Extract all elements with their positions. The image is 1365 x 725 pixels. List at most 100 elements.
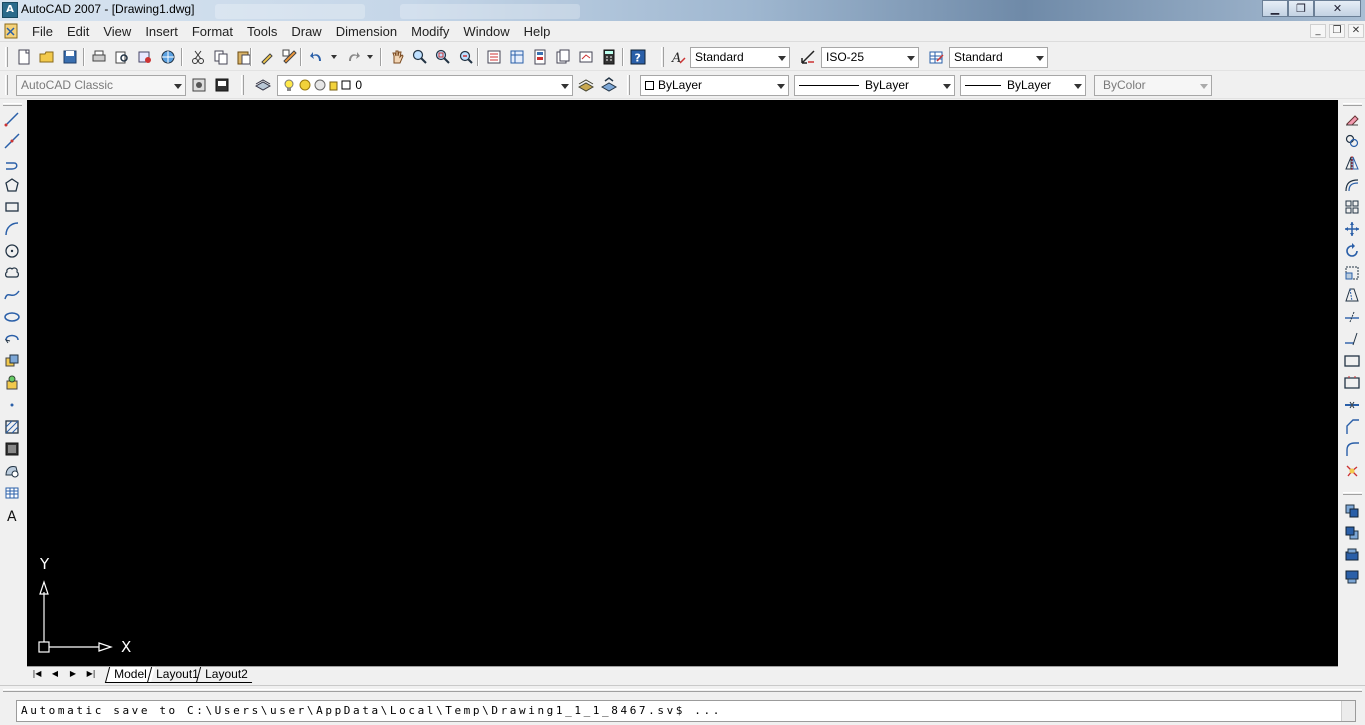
- table-style-combo[interactable]: Standard: [949, 47, 1048, 68]
- make-block-button[interactable]: [3, 374, 21, 392]
- plot-style-control-combo[interactable]: ByColor: [1094, 75, 1212, 96]
- arc-button[interactable]: [3, 220, 21, 238]
- quickcalc-button[interactable]: [600, 48, 618, 66]
- multiline-text-button[interactable]: A: [3, 506, 21, 524]
- trim-button[interactable]: [1343, 308, 1361, 326]
- insert-block-button[interactable]: [3, 352, 21, 370]
- text-style-combo[interactable]: Standard: [690, 47, 790, 68]
- menu-modify[interactable]: Modify: [404, 24, 456, 39]
- linetype-control-combo[interactable]: ByLayer: [794, 75, 955, 96]
- first-tab-button[interactable]: |◀: [29, 668, 45, 682]
- layer-previous-icon[interactable]: [600, 76, 618, 94]
- hatch-button[interactable]: [3, 418, 21, 436]
- menu-window[interactable]: Window: [456, 24, 516, 39]
- polygon-button[interactable]: [3, 176, 21, 194]
- rotate-button[interactable]: [1343, 242, 1361, 260]
- copy-object-button[interactable]: [1343, 132, 1361, 150]
- drawing-canvas[interactable]: Y X: [27, 100, 1338, 666]
- bring-to-front-button[interactable]: [1343, 502, 1361, 520]
- break-button[interactable]: [1343, 374, 1361, 392]
- chevron-down-icon[interactable]: [331, 55, 337, 59]
- undo-button[interactable]: [308, 48, 326, 66]
- copy-button[interactable]: [212, 48, 230, 66]
- toolbar-grip[interactable]: [627, 75, 630, 95]
- dimension-style-icon[interactable]: [799, 48, 817, 66]
- toolbar-grip[interactable]: [1343, 492, 1362, 495]
- zoom-previous-button[interactable]: [457, 48, 475, 66]
- lineweight-control-combo[interactable]: ByLayer: [960, 75, 1086, 96]
- help-button[interactable]: ?: [629, 48, 647, 66]
- erase-button[interactable]: [1343, 110, 1361, 128]
- menu-view[interactable]: View: [96, 24, 138, 39]
- menu-draw[interactable]: Draw: [284, 24, 328, 39]
- workspace-settings-icon[interactable]: [190, 76, 208, 94]
- plot-button[interactable]: [90, 48, 108, 66]
- toolbar-grip[interactable]: [5, 47, 8, 67]
- minimize-window-button[interactable]: ▁: [1262, 0, 1288, 17]
- workspace-combo[interactable]: AutoCAD Classic: [16, 75, 186, 96]
- plot-preview-button[interactable]: [113, 48, 131, 66]
- mdi-minimize-button[interactable]: _: [1310, 24, 1326, 38]
- stretch-button[interactable]: [1343, 286, 1361, 304]
- make-object-layer-current-icon[interactable]: [577, 76, 595, 94]
- previous-tab-button[interactable]: ◀: [47, 668, 63, 682]
- toolbar-grip[interactable]: [5, 75, 8, 95]
- polyline-button[interactable]: [3, 154, 21, 172]
- revision-cloud-button[interactable]: [3, 264, 21, 282]
- last-tab-button[interactable]: ▶|: [83, 668, 99, 682]
- text-style-icon[interactable]: A: [669, 48, 687, 66]
- block-editor-button[interactable]: [281, 48, 299, 66]
- toolbar-grip[interactable]: [1343, 103, 1362, 106]
- zoom-realtime-button[interactable]: [411, 48, 429, 66]
- construction-line-button[interactable]: [3, 132, 21, 150]
- menu-tools[interactable]: Tools: [240, 24, 284, 39]
- table-style-icon[interactable]: [927, 48, 945, 66]
- autocad-app-icon[interactable]: A: [2, 2, 18, 18]
- explode-button[interactable]: [1343, 462, 1361, 480]
- menu-insert[interactable]: Insert: [138, 24, 185, 39]
- toolbar-grip[interactable]: [241, 75, 244, 95]
- offset-button[interactable]: [1343, 176, 1361, 194]
- next-tab-button[interactable]: ▶: [65, 668, 81, 682]
- workspace-save-icon[interactable]: [213, 76, 231, 94]
- design-center-button[interactable]: [508, 48, 526, 66]
- dimension-style-combo[interactable]: ISO-25: [821, 47, 919, 68]
- join-button[interactable]: [1343, 396, 1361, 414]
- toolbar-grip[interactable]: [661, 47, 664, 67]
- menu-file[interactable]: File: [25, 24, 60, 39]
- menu-help[interactable]: Help: [517, 24, 558, 39]
- send-under-button[interactable]: [1343, 568, 1361, 586]
- 3d-dwf-button[interactable]: [159, 48, 177, 66]
- move-button[interactable]: [1343, 220, 1361, 238]
- mdi-restore-button[interactable]: ❐: [1329, 24, 1345, 38]
- mirror-button[interactable]: [1343, 154, 1361, 172]
- point-button[interactable]: [3, 396, 21, 414]
- color-control-combo[interactable]: ByLayer: [640, 75, 789, 96]
- restore-window-button[interactable]: ❐: [1288, 0, 1314, 17]
- save-button[interactable]: [61, 48, 79, 66]
- close-window-button[interactable]: ✕: [1314, 0, 1361, 17]
- open-button[interactable]: [38, 48, 56, 66]
- redo-button[interactable]: [344, 48, 362, 66]
- tab-layout2[interactable]: Layout2: [195, 667, 256, 683]
- pan-button[interactable]: [388, 48, 406, 66]
- region-button[interactable]: [3, 462, 21, 480]
- break-at-point-button[interactable]: [1343, 352, 1361, 370]
- chamfer-button[interactable]: [1343, 418, 1361, 436]
- match-properties-button[interactable]: [258, 48, 276, 66]
- cut-button[interactable]: [189, 48, 207, 66]
- menu-format[interactable]: Format: [185, 24, 240, 39]
- markup-button[interactable]: [577, 48, 595, 66]
- rectangle-button[interactable]: [3, 198, 21, 216]
- table-button[interactable]: [3, 484, 21, 502]
- fillet-button[interactable]: [1343, 440, 1361, 458]
- drawing-document-icon[interactable]: [4, 23, 20, 39]
- command-history[interactable]: Automatic save to C:\Users\user\AppData\…: [16, 700, 1356, 722]
- ellipse-arc-button[interactable]: [3, 330, 21, 348]
- chevron-down-icon[interactable]: [367, 55, 373, 59]
- menu-edit[interactable]: Edit: [60, 24, 96, 39]
- ellipse-button[interactable]: [3, 308, 21, 326]
- sheet-set-button[interactable]: [554, 48, 572, 66]
- scale-button[interactable]: [1343, 264, 1361, 282]
- layer-combo[interactable]: 0: [277, 75, 573, 96]
